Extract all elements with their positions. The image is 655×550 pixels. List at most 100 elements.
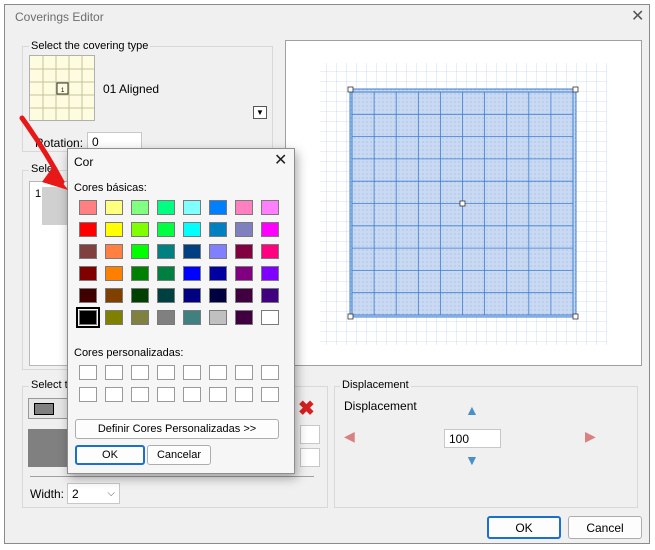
basic-color-swatch[interactable] <box>79 222 97 237</box>
custom-color-swatch[interactable] <box>157 387 175 402</box>
rotation-value: 0 <box>92 134 99 149</box>
preview-canvas <box>320 63 607 345</box>
width-select[interactable]: 2 ⌵ <box>67 483 120 504</box>
basic-color-swatch[interactable] <box>131 266 149 281</box>
basic-color-swatch[interactable] <box>209 244 227 259</box>
basic-color-swatch[interactable] <box>157 244 175 259</box>
basic-color-swatch[interactable] <box>131 288 149 303</box>
svg-text:1: 1 <box>61 88 65 94</box>
arrow-left-icon[interactable]: ◀ <box>344 428 355 445</box>
color-ok-button[interactable]: OK <box>75 445 145 465</box>
basic-color-swatch[interactable] <box>157 200 175 215</box>
define-custom-colors-button[interactable]: Definir Cores Personalizadas >> <box>75 419 279 439</box>
hidden-input-2[interactable] <box>300 448 320 467</box>
custom-color-swatch[interactable] <box>183 387 201 402</box>
chevron-down-icon: ▼ <box>256 108 264 117</box>
close-icon[interactable]: ✕ <box>631 9 644 25</box>
basic-color-swatch[interactable] <box>183 266 201 281</box>
basic-color-swatch[interactable] <box>79 244 97 259</box>
custom-color-swatch[interactable] <box>131 365 149 380</box>
basic-color-swatch[interactable] <box>157 266 175 281</box>
basic-color-swatch[interactable] <box>76 307 100 328</box>
close-icon[interactable]: ✕ <box>274 153 287 169</box>
basic-color-swatch[interactable] <box>261 266 279 281</box>
custom-colors-label: Cores personalizadas: <box>74 347 184 359</box>
basic-color-swatch[interactable] <box>261 288 279 303</box>
custom-color-swatch[interactable] <box>131 387 149 402</box>
basic-color-swatch[interactable] <box>235 222 253 237</box>
basic-color-swatch[interactable] <box>261 200 279 215</box>
cancel-button-label: Cancel <box>586 520 624 535</box>
basic-color-swatch[interactable] <box>183 310 201 325</box>
color-cancel-button[interactable]: Cancelar <box>147 445 211 465</box>
basic-color-swatch[interactable] <box>261 244 279 259</box>
covering-type-group-label: Select the covering type <box>29 40 151 52</box>
basic-color-swatch[interactable] <box>209 288 227 303</box>
basic-color-swatch[interactable] <box>105 288 123 303</box>
ok-button[interactable]: OK <box>487 516 561 539</box>
basic-color-swatch[interactable] <box>157 288 175 303</box>
color-ok-label: OK <box>102 449 118 461</box>
basic-colors-label: Cores básicas: <box>74 182 147 194</box>
basic-color-swatch[interactable] <box>131 222 149 237</box>
basic-color-swatch[interactable] <box>235 310 253 325</box>
basic-color-swatch[interactable] <box>131 244 149 259</box>
basic-color-swatch[interactable] <box>209 310 227 325</box>
custom-color-swatch[interactable] <box>209 387 227 402</box>
basic-color-swatch[interactable] <box>183 288 201 303</box>
basic-color-swatch[interactable] <box>209 266 227 281</box>
displacement-value: 100 <box>449 431 470 446</box>
basic-color-swatch[interactable] <box>79 266 97 281</box>
cancel-button[interactable]: Cancel <box>568 516 642 539</box>
custom-color-swatch[interactable] <box>235 365 253 380</box>
basic-color-swatch[interactable] <box>105 266 123 281</box>
basic-color-swatch[interactable] <box>105 244 123 259</box>
basic-color-swatch[interactable] <box>157 310 175 325</box>
separator <box>30 476 314 477</box>
basic-color-swatch[interactable] <box>235 266 253 281</box>
basic-color-swatch[interactable] <box>261 222 279 237</box>
custom-color-swatch[interactable] <box>261 365 279 380</box>
basic-color-swatch[interactable] <box>105 222 123 237</box>
custom-color-swatch[interactable] <box>105 387 123 402</box>
basic-color-swatch[interactable] <box>235 288 253 303</box>
arrow-down-icon[interactable]: ▼ <box>465 452 479 468</box>
custom-color-swatch[interactable] <box>79 365 97 380</box>
custom-color-swatch[interactable] <box>209 365 227 380</box>
custom-color-swatch[interactable] <box>235 387 253 402</box>
basic-color-swatch[interactable] <box>157 222 175 237</box>
custom-color-swatch[interactable] <box>183 365 201 380</box>
basic-color-swatch[interactable] <box>79 288 97 303</box>
basic-color-swatch[interactable] <box>183 244 201 259</box>
ok-button-label: OK <box>515 520 533 535</box>
arrow-right-icon[interactable]: ▶ <box>585 428 596 445</box>
basic-color-swatch[interactable] <box>209 222 227 237</box>
basic-color-swatch[interactable] <box>261 310 279 325</box>
annotation-arrow-icon <box>19 115 68 190</box>
covering-dropdown-button[interactable]: ▼ <box>253 106 267 119</box>
selected-color-swatch <box>34 403 54 415</box>
basic-color-swatch[interactable] <box>131 200 149 215</box>
basic-color-swatch[interactable] <box>79 200 97 215</box>
texture-list[interactable]: 1 <box>29 181 71 366</box>
displacement-group-label: Displacement <box>340 379 411 391</box>
hidden-input-1[interactable] <box>300 425 320 444</box>
basic-color-swatch[interactable] <box>105 200 123 215</box>
basic-color-swatch[interactable] <box>235 200 253 215</box>
custom-color-swatch[interactable] <box>261 387 279 402</box>
basic-color-swatch[interactable] <box>183 200 201 215</box>
displacement-label: Displacement <box>344 399 417 413</box>
custom-color-swatch[interactable] <box>157 365 175 380</box>
custom-color-swatch[interactable] <box>105 365 123 380</box>
displacement-input[interactable]: 100 <box>444 429 501 448</box>
basic-color-swatch[interactable] <box>209 200 227 215</box>
basic-color-swatch[interactable] <box>235 244 253 259</box>
custom-color-swatch[interactable] <box>79 387 97 402</box>
basic-color-swatch[interactable] <box>183 222 201 237</box>
arrow-up-icon[interactable]: ▲ <box>465 402 479 418</box>
covering-preview <box>285 40 642 366</box>
color-picker-button[interactable] <box>28 398 70 419</box>
basic-color-swatch[interactable] <box>105 310 123 325</box>
basic-color-swatch[interactable] <box>131 310 149 325</box>
delete-icon[interactable]: ✖ <box>298 396 315 421</box>
